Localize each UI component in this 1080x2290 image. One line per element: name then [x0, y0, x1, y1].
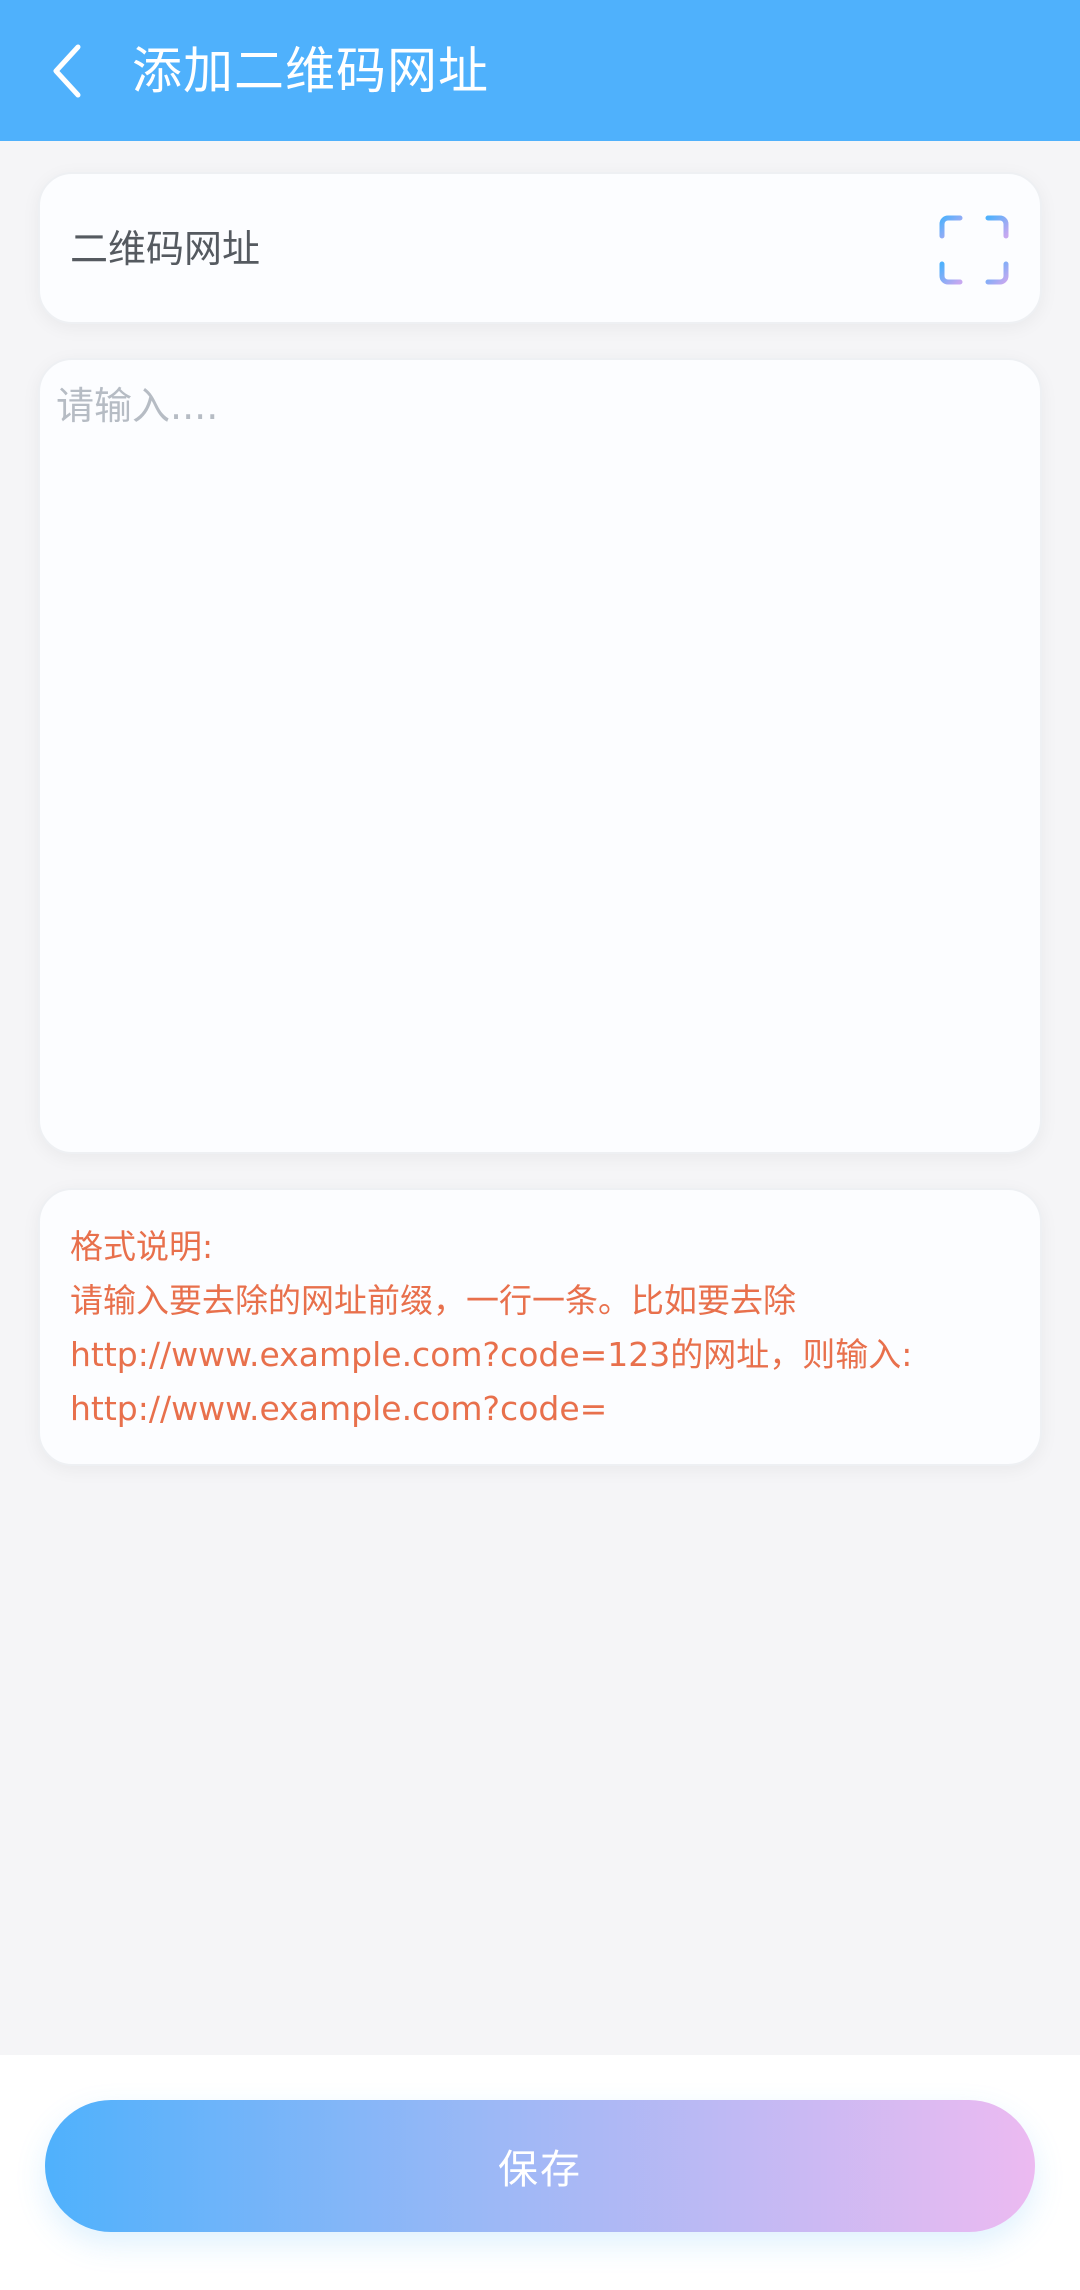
url-textarea[interactable] — [56, 380, 1024, 1132]
format-help-text: 格式说明: 请输入要去除的网址前缀，一行一条。比如要去除 http://www.… — [70, 1220, 1016, 1436]
chevron-left-icon — [53, 44, 81, 98]
help-heading: 格式说明: — [70, 1227, 214, 1266]
back-button[interactable] — [42, 36, 92, 106]
save-button[interactable]: 保存 — [45, 2100, 1035, 2232]
scan-icon — [937, 215, 1011, 285]
scan-button[interactable] — [937, 214, 1011, 286]
help-line: http://www.example.com?code= — [70, 1389, 608, 1428]
url-input-card — [38, 358, 1042, 1154]
help-line: http://www.example.com?code=123的网址，则输入: — [70, 1335, 913, 1374]
help-line: 请输入要去除的网址前缀，一行一条。比如要去除 — [70, 1281, 796, 1320]
page-title: 添加二维码网址 — [132, 42, 489, 100]
format-help-card: 格式说明: 请输入要去除的网址前缀，一行一条。比如要去除 http://www.… — [38, 1188, 1042, 1466]
app-header: 添加二维码网址 — [0, 0, 1080, 141]
footer-bar: 保存 — [0, 2055, 1080, 2290]
qr-url-row: 二维码网址 — [38, 172, 1042, 324]
qr-url-label: 二维码网址 — [70, 227, 261, 271]
